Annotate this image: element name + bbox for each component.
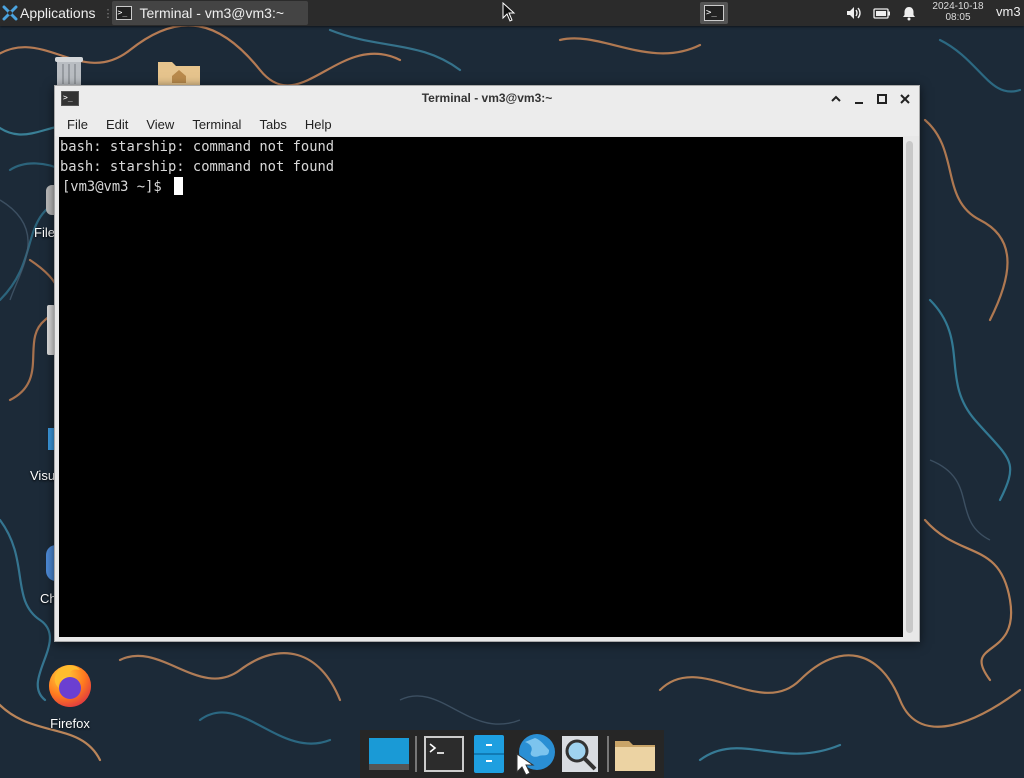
applications-menu-button[interactable]: Applications [0, 0, 100, 26]
firefox-icon [49, 665, 91, 707]
panel-separator: ⋮ [102, 6, 114, 20]
terminal-launcher-button[interactable]: >_ [700, 2, 728, 24]
mouse-pointer-icon [502, 2, 516, 22]
dock-app-finder-button[interactable] [557, 732, 602, 776]
folder-icon [615, 741, 656, 771]
maximize-button[interactable] [873, 90, 890, 107]
clock-date: 2024-10-18 [932, 1, 984, 12]
file-system-label[interactable]: File [34, 225, 55, 240]
clock-time: 08:05 [945, 12, 971, 23]
dock-file-manager-button[interactable] [467, 732, 512, 776]
system-tray [845, 0, 917, 26]
terminal-window: >_ Terminal - vm3@vm3:~ File Edit View T… [54, 85, 920, 642]
menu-view[interactable]: View [137, 117, 183, 132]
show-desktop-icon [368, 738, 409, 770]
terminal-prompt: [vm3@vm3 ~]$ [62, 179, 170, 195]
applications-label: Applications [20, 5, 96, 21]
applications-icon [2, 5, 18, 21]
terminal-scrollbar[interactable] [904, 137, 916, 637]
terminal-output[interactable]: bash: starship: command not found bash: … [59, 137, 903, 637]
window-controls [827, 90, 913, 107]
web-browser-icon [516, 734, 555, 776]
close-button[interactable] [896, 90, 913, 107]
terminal-icon [423, 736, 464, 772]
maximize-icon [876, 93, 887, 104]
vscode-label[interactable]: Visu [30, 468, 55, 483]
minimize-icon [854, 101, 863, 104]
taskbar-terminal-label: Terminal - vm3@vm3:~ [139, 5, 285, 21]
terminal-line: bash: starship: command not found [60, 139, 335, 155]
menu-edit[interactable]: Edit [97, 117, 137, 132]
terminal-line: bash: starship: command not found [60, 159, 335, 175]
user-menu[interactable]: vm3 [996, 4, 1021, 19]
firefox-desktop-icon[interactable]: Firefox [46, 660, 94, 731]
show-desktop-button[interactable] [366, 732, 411, 776]
chevron-up-icon [830, 95, 841, 102]
menu-terminal[interactable]: Terminal [183, 117, 250, 132]
notification-bell-icon[interactable] [901, 5, 917, 21]
menu-help[interactable]: Help [296, 117, 341, 132]
scrollbar-thumb[interactable] [906, 141, 913, 633]
dock-terminal-button[interactable] [421, 732, 466, 776]
panel-clock[interactable]: 2024-10-18 08:05 [928, 0, 988, 23]
taskbar-terminal-button[interactable]: >_ Terminal - vm3@vm3:~ [111, 1, 308, 25]
window-titlebar[interactable]: >_ Terminal - vm3@vm3:~ [55, 86, 919, 112]
dock-separator [606, 736, 609, 772]
bottom-dock [360, 730, 664, 778]
menu-file[interactable]: File [55, 117, 97, 132]
dock-separator [415, 736, 418, 772]
menu-tabs[interactable]: Tabs [250, 117, 295, 132]
app-finder-icon [562, 736, 599, 772]
text-cursor [173, 177, 183, 195]
dock-web-browser-button[interactable] [512, 732, 557, 776]
close-icon [899, 93, 910, 104]
shade-button[interactable] [827, 90, 844, 107]
battery-icon[interactable] [873, 5, 891, 21]
minimize-button[interactable] [850, 90, 867, 107]
menu-bar: File Edit View Terminal Tabs Help [55, 112, 919, 136]
volume-icon[interactable] [845, 5, 863, 21]
terminal-launcher-icon: >_ [704, 5, 724, 21]
file-manager-icon [474, 735, 505, 773]
firefox-label: Firefox [50, 716, 90, 731]
dock-folder-button[interactable] [613, 732, 658, 776]
terminal-prompt-line: [vm3@vm3 ~]$ [60, 177, 903, 197]
window-title: Terminal - vm3@vm3:~ [421, 91, 553, 105]
terminal-icon: >_ [115, 6, 132, 20]
